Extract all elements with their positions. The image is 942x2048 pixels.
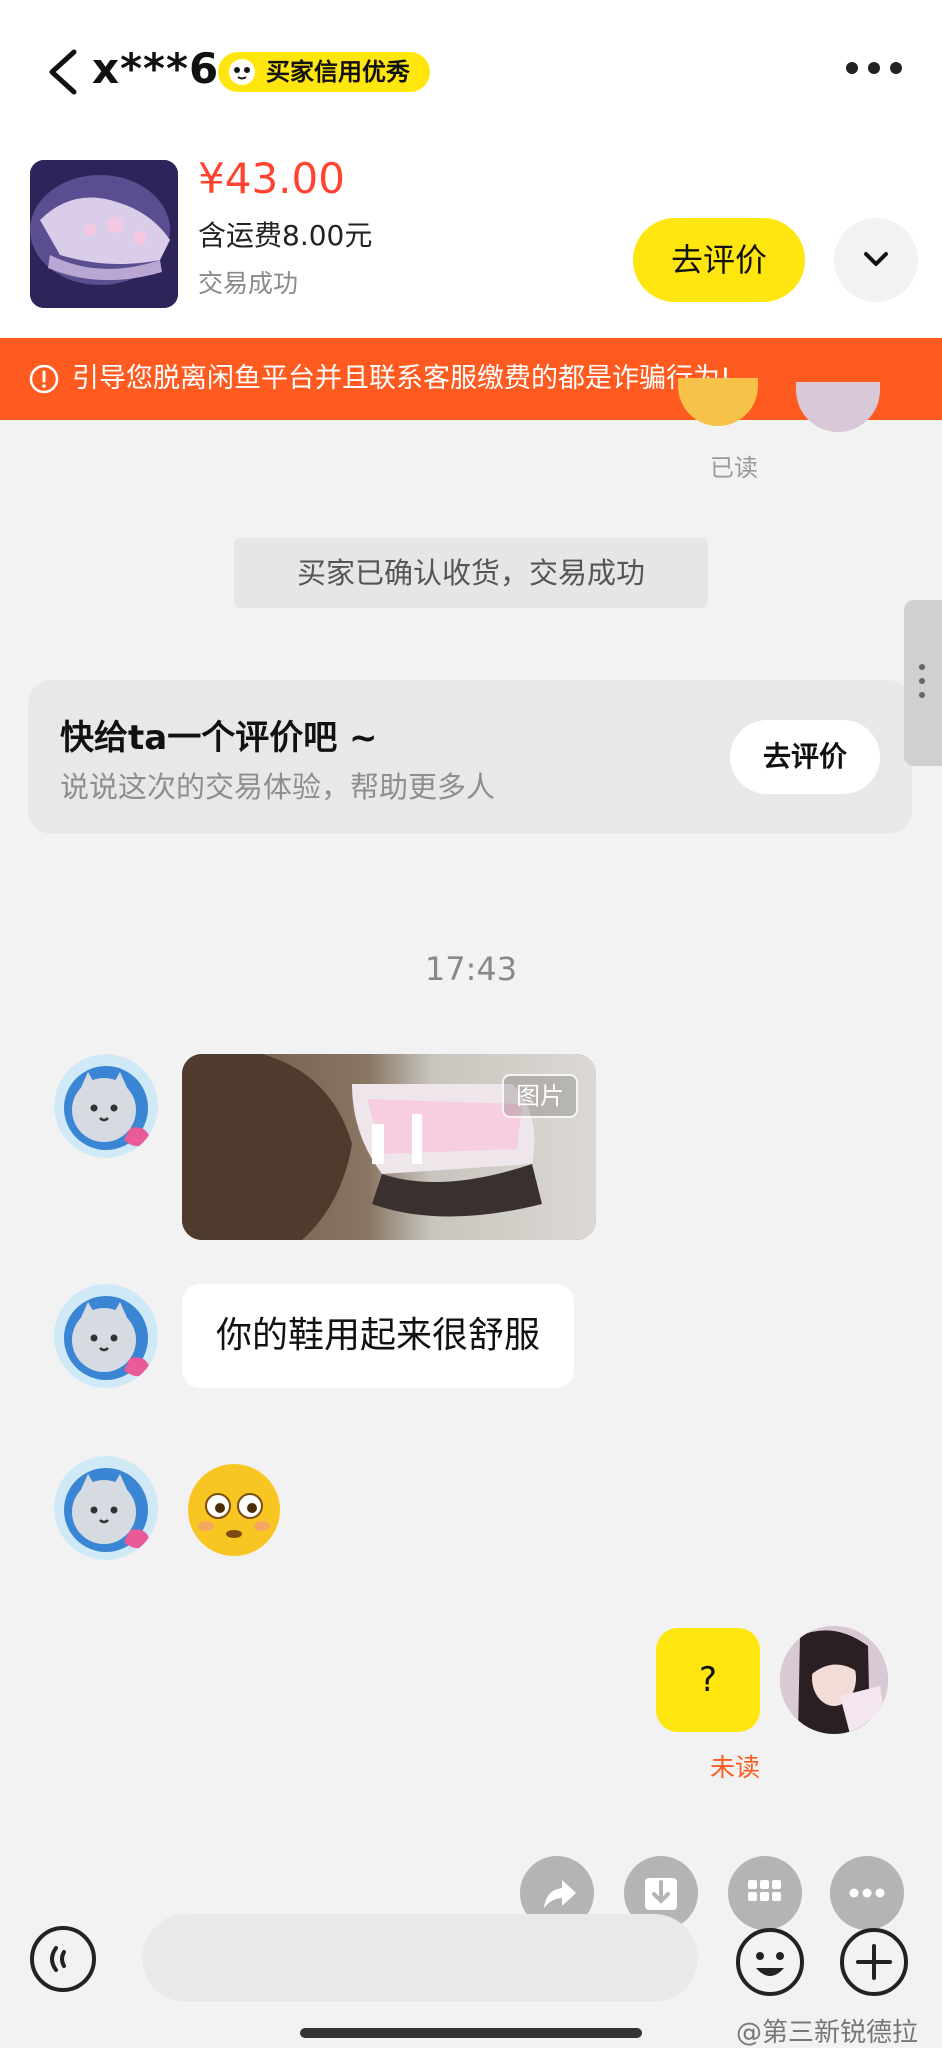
contact-name[interactable]: x***6 <box>92 44 219 93</box>
side-drawer-handle[interactable] <box>904 600 942 766</box>
fish-face-icon <box>229 59 255 85</box>
shoe-photo <box>30 160 178 308</box>
header: x***6 买家信用优秀 ¥43.00 含运费8.00元 交易成功 去评价 <box>0 0 942 338</box>
sender-avatar[interactable] <box>54 1284 158 1388</box>
read-receipt: 已读 <box>710 454 758 482</box>
quick-apps-button[interactable] <box>728 1856 802 1930</box>
sender-avatar[interactable] <box>54 1456 158 1560</box>
warning-icon <box>29 364 59 394</box>
review-card-subtitle: 说说这次的交易体验，帮助更多人 <box>60 770 496 804</box>
chevron-down-icon <box>864 252 888 266</box>
plus-icon[interactable] <box>838 1926 910 1998</box>
ellipsis-icon <box>849 1888 885 1898</box>
cat-avatar-icon <box>54 1456 158 1560</box>
product-thumbnail[interactable] <box>30 160 178 308</box>
message-input[interactable] <box>142 1914 698 2002</box>
cat-avatar-icon <box>54 1284 158 1388</box>
more-options-icon[interactable] <box>846 62 902 78</box>
home-indicator <box>300 2028 642 2038</box>
voice-input-button[interactable] <box>30 1926 96 1992</box>
previous-user-avatar[interactable] <box>796 382 880 432</box>
flushed-emoji-icon[interactable] <box>186 1462 282 1558</box>
my-avatar[interactable] <box>780 1626 888 1734</box>
text-message[interactable]: 你的鞋用起来很舒服 <box>182 1284 575 1388</box>
outgoing-message[interactable]: ? <box>656 1628 760 1732</box>
review-button[interactable]: 去评价 <box>633 218 805 302</box>
more-actions-button[interactable] <box>830 1856 904 1930</box>
image-message[interactable]: 图片 <box>182 1054 596 1240</box>
sender-avatar[interactable] <box>54 1054 158 1158</box>
watermark: @第三新锐德拉 <box>736 2018 919 2048</box>
trade-status: 交易成功 <box>198 269 299 298</box>
chat-screen: x***6 买家信用优秀 ¥43.00 含运费8.00元 交易成功 去评价 引导… <box>0 0 942 2048</box>
product-price: ¥43.00 <box>198 154 345 203</box>
emoji-picker-icon[interactable] <box>734 1926 806 1998</box>
system-message: 买家已确认收货，交易成功 <box>234 538 708 608</box>
shipping-fee: 含运费8.00元 <box>198 219 373 252</box>
top-bar: x***6 买家信用优秀 <box>0 0 942 148</box>
expand-button[interactable] <box>834 218 918 302</box>
review-prompt-card: 快给ta一个评价吧 ~ 说说这次的交易体验，帮助更多人 去评价 <box>28 680 912 834</box>
credit-badge[interactable]: 买家信用优秀 <box>218 52 430 92</box>
credit-badge-label: 买家信用优秀 <box>266 58 410 86</box>
cat-avatar-icon <box>54 1054 158 1158</box>
unread-receipt: 未读 <box>710 1753 761 1782</box>
grid-icon <box>748 1880 781 1901</box>
user-photo-avatar <box>780 1626 888 1734</box>
voice-icon <box>50 1946 66 1972</box>
message-timestamp: 17:43 <box>424 950 518 988</box>
review-card-title: 快给ta一个评价吧 ~ <box>60 718 378 758</box>
product-card[interactable]: ¥43.00 含运费8.00元 交易成功 去评价 <box>0 148 942 334</box>
image-tag-label: 图片 <box>502 1074 578 1118</box>
warning-text: 引导您脱离闲鱼平台并且联系客服缴费的都是诈骗行为! <box>72 363 731 394</box>
review-card-button[interactable]: 去评价 <box>730 720 880 794</box>
back-arrow-icon[interactable] <box>44 48 84 96</box>
